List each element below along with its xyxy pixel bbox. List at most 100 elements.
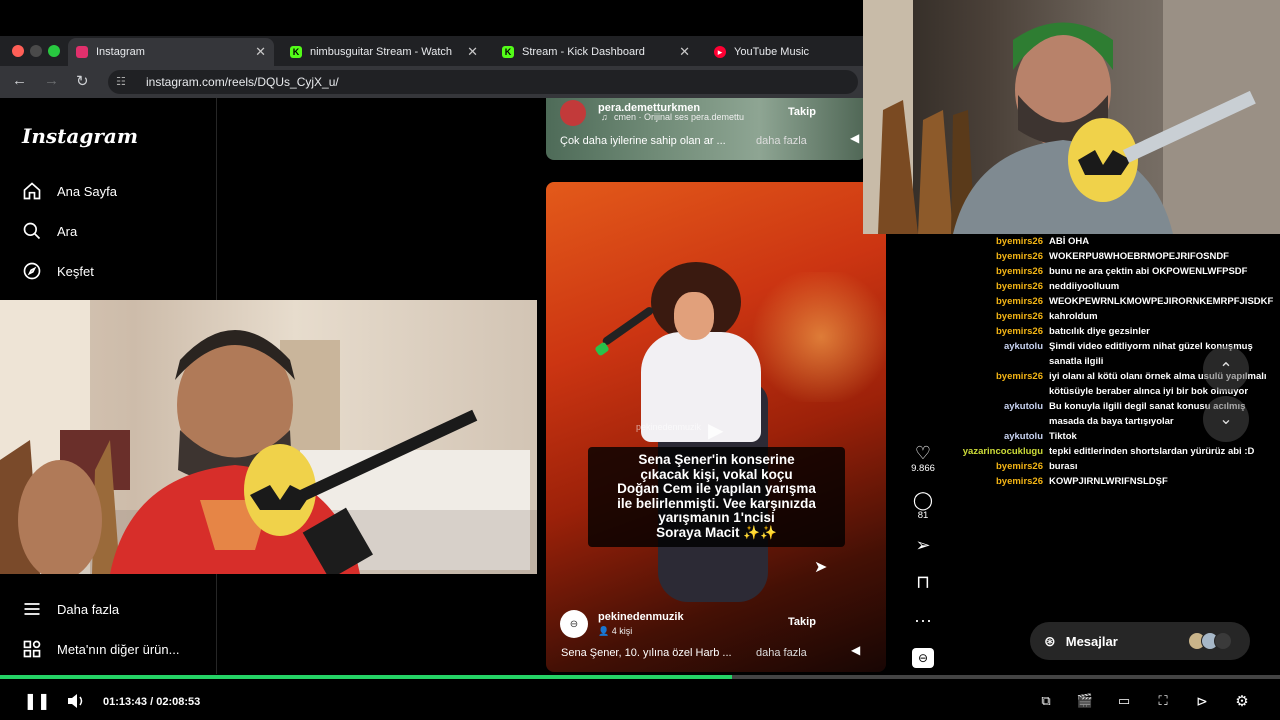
theater-mode-icon[interactable]: ▭ bbox=[1114, 691, 1134, 711]
play-icon[interactable]: ▶ bbox=[708, 418, 723, 443]
messages-label: Mesajlar bbox=[1065, 633, 1118, 649]
instagram-favicon-icon bbox=[76, 46, 88, 58]
chat-username[interactable]: aykutolu bbox=[940, 339, 1049, 369]
speaker-icon[interactable]: ◀ bbox=[851, 643, 860, 657]
reel-watermark: pekinedenmuzik bbox=[636, 422, 702, 432]
more-options-button[interactable]: ··· bbox=[906, 610, 940, 630]
overlay-line: ile belirlenmişti. Vee karşınızda bbox=[617, 495, 816, 511]
settings-gear-icon[interactable]: ⚙ bbox=[1232, 691, 1252, 711]
volume-icon[interactable] bbox=[66, 691, 86, 711]
avatar[interactable] bbox=[560, 100, 586, 126]
follow-button[interactable]: Takip bbox=[788, 616, 816, 628]
reel-author-name[interactable]: pekinedenmuzik bbox=[598, 611, 684, 623]
pause-icon[interactable]: ❚❚ bbox=[24, 691, 51, 711]
forward-arrow-icon[interactable]: → bbox=[44, 72, 59, 89]
chat-username[interactable]: byemirs26 bbox=[940, 234, 1049, 249]
reload-icon[interactable]: ↻ bbox=[76, 72, 89, 90]
chat-text: ABİ OHA bbox=[1049, 236, 1090, 247]
site-settings-icon[interactable]: ☷ bbox=[116, 75, 132, 89]
more-link[interactable]: daha fazla bbox=[756, 135, 807, 147]
avatar bbox=[1214, 632, 1232, 650]
reel-caption: Çok daha iyilerine sahip olan ar ... bbox=[560, 135, 726, 147]
kick-favicon-icon: K bbox=[290, 46, 302, 58]
minimize-window-button[interactable] bbox=[30, 45, 42, 57]
stage-light bbox=[746, 272, 886, 402]
sidebar-item-more[interactable]: Daha fazla bbox=[20, 598, 119, 620]
chat-message: byemirs26 burası bbox=[940, 459, 1280, 474]
close-tab-icon[interactable]: ✕ bbox=[679, 44, 690, 60]
reel-card-previous[interactable]: pera.demetturkmen ♫ cmen · Orijinal ses … bbox=[546, 98, 866, 160]
save-button[interactable]: ⊓ bbox=[906, 572, 940, 592]
chat-message: byemirs26 neddiiyoolluum bbox=[940, 279, 1280, 294]
chat-message: byemirs26 WOKERPU8WHOEBRMOPEJRIFOSNDF bbox=[940, 249, 1280, 264]
follow-button[interactable]: Takip bbox=[788, 106, 816, 118]
chat-username[interactable]: byemirs26 bbox=[940, 459, 1049, 474]
sidebar-item-label: Ana Sayfa bbox=[57, 183, 117, 199]
search-icon bbox=[20, 220, 44, 242]
close-window-button[interactable] bbox=[12, 45, 24, 57]
chat-message: byemirs26 bunu ne ara çektin abi OKPOWENL… bbox=[940, 264, 1280, 279]
overlay-line: Doğan Cem ile yapılan yarışma bbox=[617, 481, 816, 496]
chat-username[interactable]: aykutolu bbox=[940, 429, 1049, 444]
menu-icon bbox=[20, 598, 44, 620]
sidebar-item-home[interactable]: Ana Sayfa bbox=[20, 180, 117, 202]
reel-caption: Sena Şener, 10. yılına özel Harb ... bbox=[561, 647, 732, 659]
reel-card-current[interactable]: pekinedenmuzik ▶ Sena Şener'in konserine… bbox=[546, 182, 886, 672]
streamer-webcam-main bbox=[863, 0, 1280, 234]
reel-audio[interactable]: cmen · Orijinal ses pera.demettu bbox=[614, 112, 744, 122]
playback-speed-icon[interactable]: ⊳ bbox=[1192, 691, 1212, 711]
tab-label: Instagram bbox=[96, 46, 145, 58]
chat-username[interactable]: aykutolu bbox=[940, 399, 1049, 429]
sidebar-item-explore[interactable]: Keşfet bbox=[20, 260, 94, 282]
scroll-up-button[interactable]: ⌃ bbox=[1203, 346, 1249, 392]
audio-thumbnail[interactable]: ⊖ bbox=[906, 648, 940, 668]
reel-author-row: ⊖ pekinedenmuzik 👤 4 kişi bbox=[560, 610, 684, 638]
avatar[interactable]: ⊖ bbox=[560, 610, 588, 638]
scroll-down-button[interactable]: ⌄ bbox=[1203, 396, 1249, 442]
speaker-icon[interactable]: ◀ bbox=[850, 131, 859, 145]
chat-username[interactable]: byemirs26 bbox=[940, 474, 1049, 489]
chat-username[interactable]: byemirs26 bbox=[940, 324, 1049, 339]
browser-tab-kick-dashboard[interactable]: K Stream - Kick Dashboard ✕ bbox=[494, 38, 698, 66]
chat-username[interactable]: byemirs26 bbox=[940, 279, 1049, 294]
url-field[interactable]: ☷ instagram.com/reels/DQUs_CyjX_u/ bbox=[108, 70, 858, 94]
browser-tab-instagram[interactable]: Instagram ✕ bbox=[68, 38, 274, 66]
messages-button[interactable]: ⊛ Mesajlar bbox=[1030, 622, 1250, 660]
chat-username[interactable] bbox=[940, 226, 1049, 234]
timecode: 01:13:43 / 02:08:53 bbox=[103, 696, 200, 708]
chat-text: KOWPJIRNLWRIFNSLDŞF bbox=[1049, 476, 1168, 487]
more-link[interactable]: daha fazla bbox=[756, 647, 807, 659]
clip-icon[interactable]: 🎬 bbox=[1075, 691, 1095, 711]
like-button[interactable]: ♡ 9.866 bbox=[906, 443, 940, 474]
webcam-scene bbox=[863, 0, 1280, 234]
sidebar-item-search[interactable]: Ara bbox=[20, 220, 77, 242]
chat-username[interactable]: yazarincocuklugu bbox=[940, 444, 1049, 459]
share-button[interactable]: ➢ bbox=[906, 535, 940, 555]
chat-username[interactable]: byemirs26 bbox=[940, 369, 1049, 399]
send-icon: ➢ bbox=[915, 535, 931, 555]
chat-message: byemirs26 kahroldum bbox=[940, 309, 1280, 324]
kick-favicon-icon: K bbox=[502, 46, 514, 58]
tagged-people[interactable]: 4 kişi bbox=[612, 626, 633, 636]
chat-text: WEOKPEWRNLKMOWPEJIRORNKEMRPFJISDKF bbox=[1049, 296, 1274, 307]
microphone bbox=[601, 305, 655, 347]
comment-button[interactable]: ◯ 81 bbox=[906, 490, 940, 521]
url-text: instagram.com/reels/DQUs_CyjX_u/ bbox=[146, 75, 339, 89]
zoom-window-button[interactable] bbox=[48, 45, 60, 57]
chat-username[interactable]: byemirs26 bbox=[940, 264, 1049, 279]
back-arrow-icon[interactable]: ← bbox=[12, 72, 27, 89]
instagram-logo[interactable]: Instagram bbox=[22, 124, 138, 148]
ellipsis-icon: ··· bbox=[914, 610, 932, 630]
chat-username[interactable]: byemirs26 bbox=[940, 309, 1049, 324]
messenger-icon: ⊛ bbox=[1044, 632, 1056, 649]
music-note-icon: ♫ bbox=[601, 112, 608, 122]
fullscreen-icon[interactable]: ⛶ bbox=[1153, 691, 1173, 711]
chat-username[interactable]: byemirs26 bbox=[940, 249, 1049, 264]
chat-username[interactable]: byemirs26 bbox=[940, 294, 1049, 309]
miniplayer-icon[interactable]: ⧉ bbox=[1036, 691, 1056, 711]
browser-tab-youtube-music[interactable]: ▸ YouTube Music bbox=[706, 38, 863, 66]
close-tab-icon[interactable]: ✕ bbox=[255, 44, 266, 60]
browser-tab-kick-watch[interactable]: K nimbusguitar Stream - Watch ✕ bbox=[282, 38, 486, 66]
sidebar-item-meta-apps[interactable]: Meta'nın diğer ürün... bbox=[20, 638, 179, 660]
close-tab-icon[interactable]: ✕ bbox=[467, 44, 478, 60]
